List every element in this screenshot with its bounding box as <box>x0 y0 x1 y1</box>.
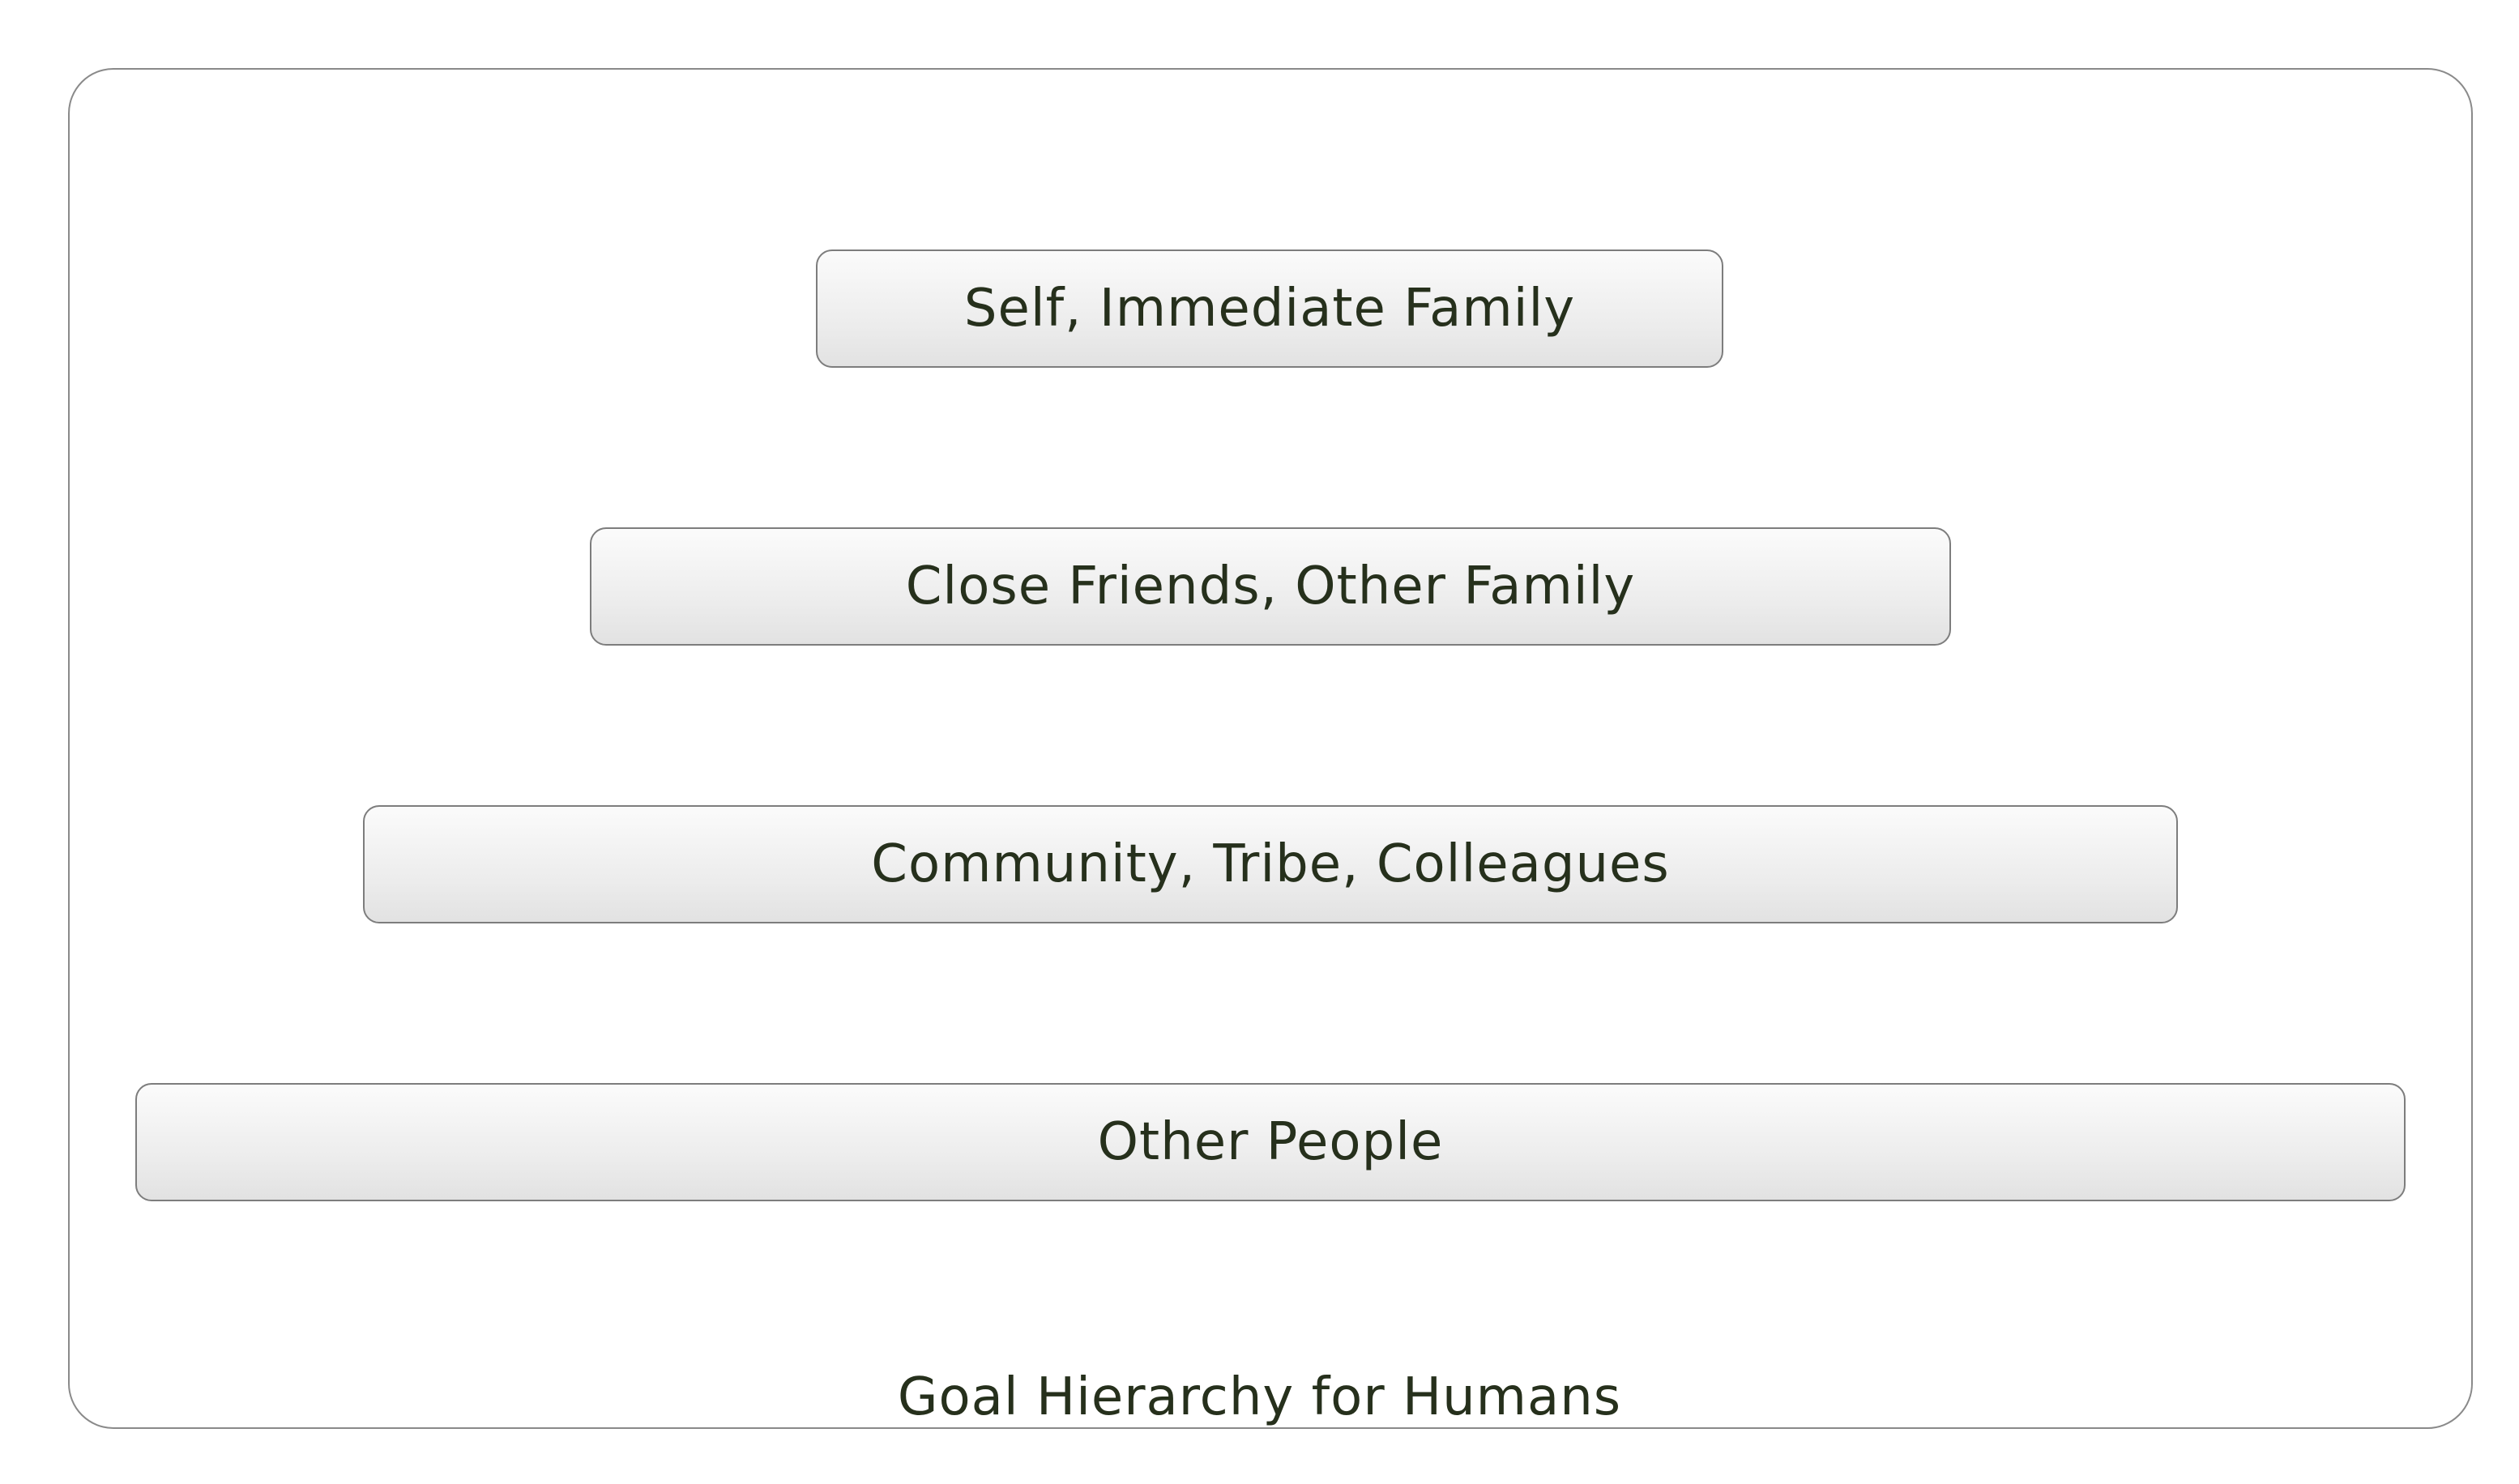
tier-box-community-tribe-colleagues: Community, Tribe, Colleagues <box>363 805 2178 923</box>
tier-box-self-immediate-family: Self, Immediate Family <box>816 249 1723 368</box>
tier-label: Other People <box>1097 1112 1444 1172</box>
tier-label: Self, Immediate Family <box>963 279 1576 339</box>
tier-label: Close Friends, Other Family <box>905 556 1636 616</box>
diagram-caption: Goal Hierarchy for Humans <box>897 1367 1622 1427</box>
tier-box-close-friends-other-family: Close Friends, Other Family <box>590 527 1951 646</box>
tier-box-other-people: Other People <box>135 1083 2406 1201</box>
tier-label: Community, Tribe, Colleagues <box>871 834 1670 894</box>
